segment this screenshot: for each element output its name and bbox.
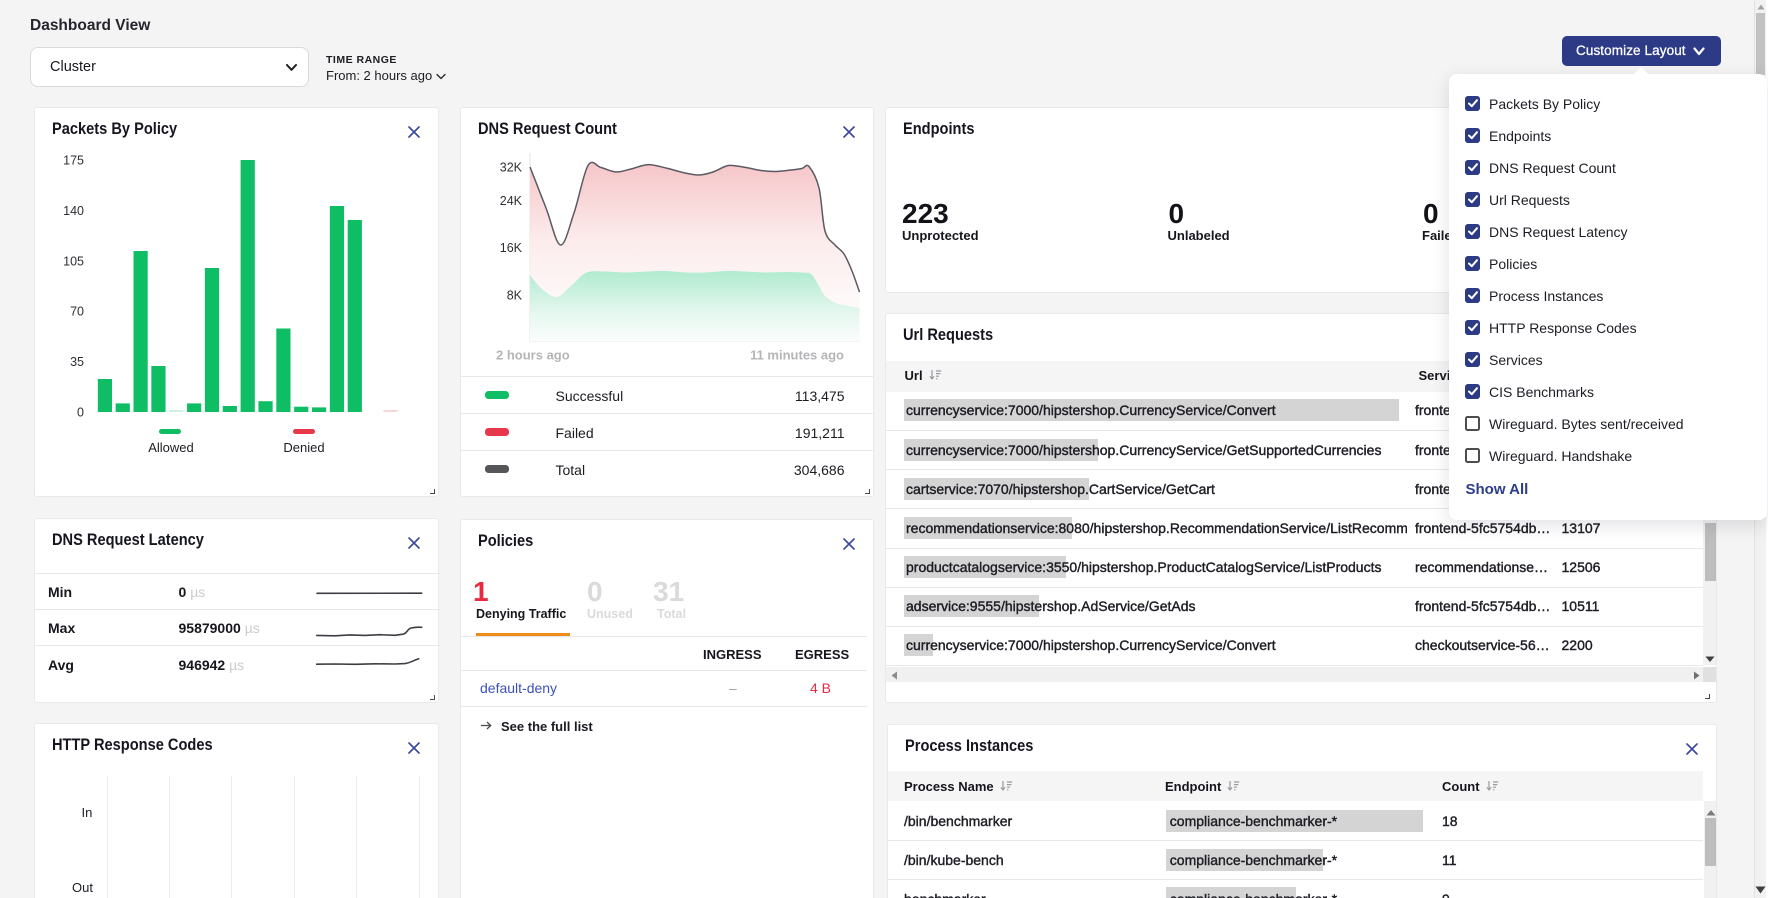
svg-text:Denied: Denied	[283, 440, 324, 455]
svg-text:8K: 8K	[507, 289, 523, 303]
svg-text:140: 140	[63, 204, 84, 218]
svg-text:11 minutes ago: 11 minutes ago	[750, 348, 844, 363]
svg-text:32K: 32K	[500, 161, 523, 175]
svg-text:2 hours ago: 2 hours ago	[496, 348, 570, 363]
svg-text:0: 0	[77, 406, 84, 420]
svg-text:175: 175	[63, 154, 84, 168]
svg-text:105: 105	[63, 254, 84, 268]
svg-text:16K: 16K	[500, 241, 523, 255]
svg-text:24K: 24K	[500, 194, 523, 208]
svg-text:Allowed: Allowed	[148, 440, 194, 455]
svg-text:35: 35	[70, 355, 84, 369]
svg-text:70: 70	[70, 305, 84, 319]
